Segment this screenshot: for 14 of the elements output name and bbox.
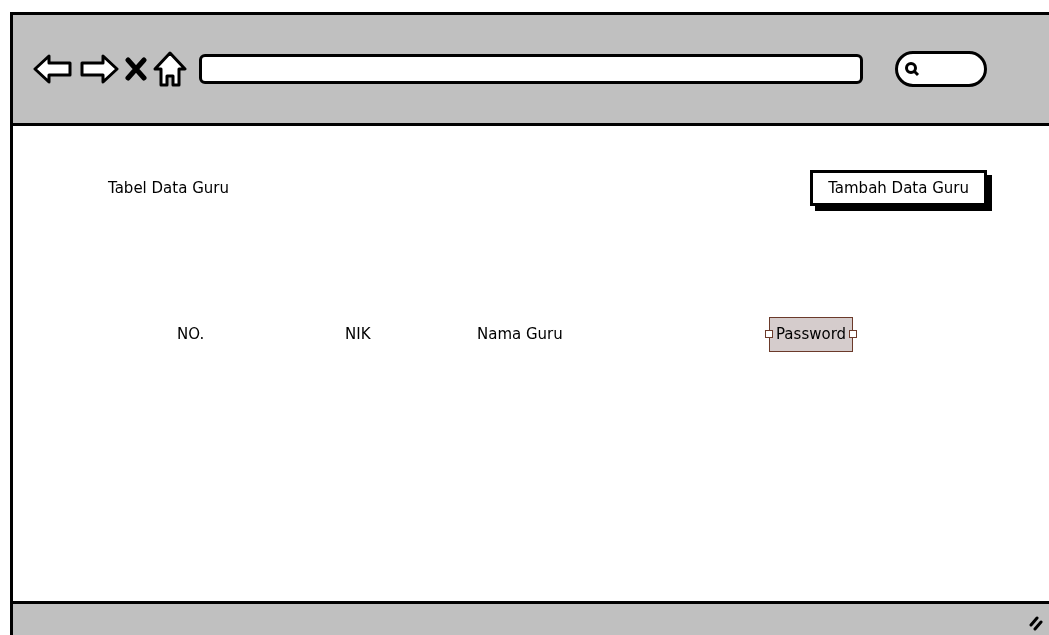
resize-grip-icon[interactable] [1029,615,1043,631]
column-header: NIK [345,324,371,345]
address-bar[interactable] [199,54,863,84]
column-header: Nama Guru [477,324,563,345]
back-arrow-icon[interactable] [33,53,73,85]
forward-arrow-icon[interactable] [79,53,119,85]
resize-handle-icon[interactable] [765,330,773,338]
search-field[interactable] [895,51,987,87]
home-icon[interactable] [153,51,187,87]
column-header: NO. [177,324,205,345]
page-title: Tabel Data Guru [108,177,229,199]
close-icon[interactable] [125,57,147,81]
resize-handle-icon[interactable] [849,330,858,338]
search-icon [904,61,920,77]
